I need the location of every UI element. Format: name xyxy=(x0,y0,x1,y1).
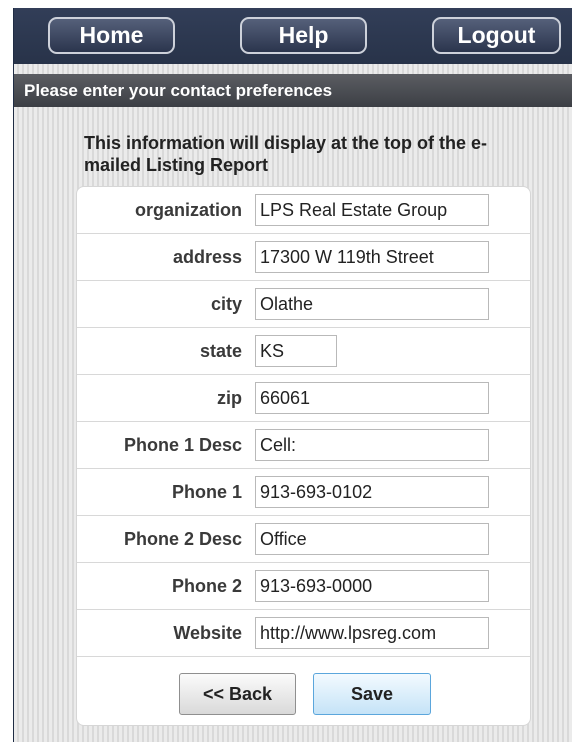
phone1-desc-label: Phone 1 Desc xyxy=(123,435,242,455)
form-row-phone1-desc: Phone 1 Desc xyxy=(77,422,530,469)
intro-text: This information will display at the top… xyxy=(84,133,488,175)
form-row-website: Website xyxy=(77,610,530,657)
home-button[interactable]: Home xyxy=(48,17,175,54)
state-field[interactable] xyxy=(255,335,337,367)
phone2-desc-field[interactable] xyxy=(255,523,489,555)
form-row-phone2-desc: Phone 2 Desc xyxy=(77,516,530,563)
zip-field[interactable] xyxy=(255,382,489,414)
phone2-desc-label: Phone 2 Desc xyxy=(123,529,242,549)
website-label: Website xyxy=(173,623,242,643)
city-field[interactable] xyxy=(255,288,489,320)
back-button[interactable]: << Back xyxy=(179,673,296,715)
form-row-city: city xyxy=(77,281,530,328)
page-subheader: Please enter your contact preferences xyxy=(14,74,572,107)
page-frame: Home Help Logout Please enter your conta… xyxy=(13,8,572,742)
zip-label: zip xyxy=(217,388,242,408)
phone1-field[interactable] xyxy=(255,476,489,508)
logout-button[interactable]: Logout xyxy=(432,17,561,54)
help-button[interactable]: Help xyxy=(240,17,367,54)
phone1-desc-field[interactable] xyxy=(255,429,489,461)
city-label: city xyxy=(210,294,242,314)
form-row-phone2: Phone 2 xyxy=(77,563,530,610)
organization-field[interactable] xyxy=(255,194,489,226)
phone2-label: Phone 2 xyxy=(171,576,242,596)
address-label: address xyxy=(172,247,242,267)
form-row-address: address xyxy=(77,234,530,281)
organization-label: organization xyxy=(135,200,242,220)
form-row-phone1: Phone 1 xyxy=(77,469,530,516)
form-row-state: state xyxy=(77,328,530,375)
save-button[interactable]: Save xyxy=(313,673,431,715)
form-row-zip: zip xyxy=(77,375,530,422)
address-field[interactable] xyxy=(255,241,489,273)
phone2-field[interactable] xyxy=(255,570,489,602)
contact-form-card: organization address city state zip Phon… xyxy=(76,186,531,726)
website-field[interactable] xyxy=(255,617,489,649)
phone1-label: Phone 1 xyxy=(171,482,242,502)
state-label: state xyxy=(199,341,242,361)
top-nav-bar: Home Help Logout xyxy=(14,8,572,64)
form-row-organization: organization xyxy=(77,187,530,234)
